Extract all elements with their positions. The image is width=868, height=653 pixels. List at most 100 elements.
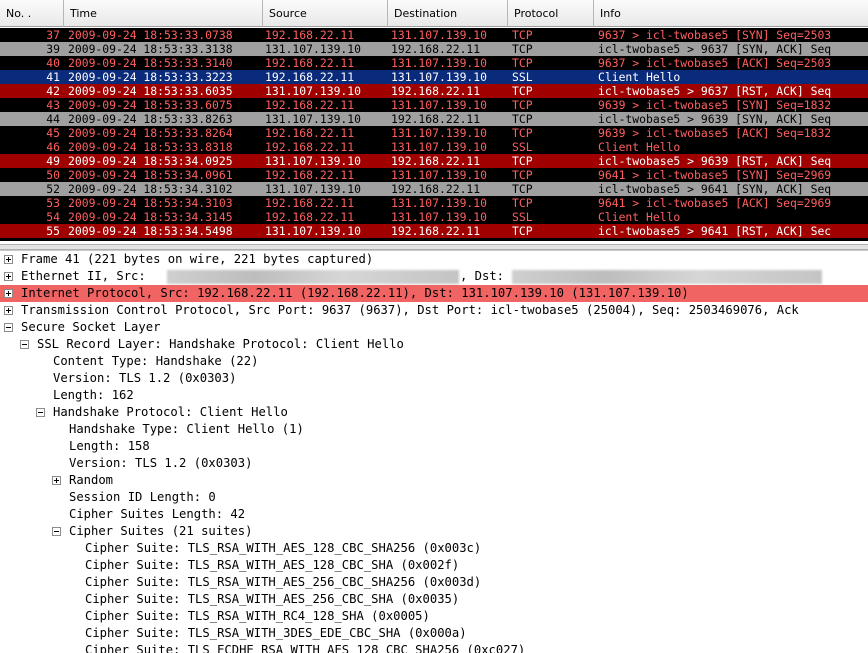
packet-row[interactable]: 45 2009-09-24 18:53:33.8264 192.168.22.11 1… (0, 126, 868, 140)
packet-cell-info: Client Hello (598, 140, 681, 154)
packet-row[interactable]: 52 2009-09-24 18:53:34.3102 131.107.139.10… (0, 182, 868, 196)
packet-cell-no: 37 (46, 28, 60, 42)
packet-cell-src: 192.168.22.11 (265, 210, 355, 224)
detail-tree-node[interactable]: Frame 41 (221 bytes on wire, 221 bytes c… (0, 251, 868, 268)
packet-row[interactable]: 39 2009-09-24 18:53:33.3138 131.107.139.10… (0, 42, 868, 56)
detail-tree-node[interactable]: Handshake Type: Client Hello (1) (0, 421, 868, 438)
detail-node-text: Length: 162 (53, 388, 134, 402)
expand-plus-icon[interactable] (52, 476, 61, 485)
expand-plus-icon[interactable] (4, 289, 13, 298)
packet-cell-time: 2009-09-24 18:53:33.6075 (68, 98, 233, 112)
collapse-minus-icon[interactable] (52, 527, 61, 536)
packet-cell-no: 43 (46, 98, 60, 112)
packet-row[interactable]: 41 2009-09-24 18:53:33.3223 192.168.22.11 1… (0, 70, 868, 84)
packet-cell-dst: 131.107.139.10 (391, 196, 488, 210)
column-header-source-label: Source (269, 7, 307, 20)
packet-cell-time: 2009-09-24 18:53:33.3223 (68, 70, 233, 84)
column-header-time[interactable]: Time (64, 0, 263, 27)
packet-cell-dst: 131.107.139.10 (391, 98, 488, 112)
packet-cell-dst: 192.168.22.11 (391, 182, 481, 196)
detail-tree-node[interactable]: SSL Record Layer: Handshake Protocol: Cl… (0, 336, 868, 353)
packet-row[interactable]: 50 2009-09-24 18:53:34.0961 192.168.22.11 1… (0, 168, 868, 182)
detail-node-text: Handshake Type: Client Hello (1) (69, 422, 304, 436)
expand-plus-icon[interactable] (4, 306, 13, 315)
expand-plus-icon[interactable] (4, 272, 13, 281)
detail-tree-node[interactable]: Handshake Protocol: Client Hello (0, 404, 868, 421)
detail-node-text: Cipher Suite: TLS_RSA_WITH_AES_256_CBC_S… (85, 592, 460, 606)
packet-row[interactable]: 44 2009-09-24 18:53:33.8263 131.107.139.10… (0, 112, 868, 126)
column-header-info-label: Info (600, 7, 621, 20)
packet-cell-dst: 131.107.139.10 (391, 140, 488, 154)
packet-row[interactable]: 37 2009-09-24 18:53:33.0738 192.168.22.11 1… (0, 28, 868, 42)
packet-cell-info: Client Hello (598, 210, 681, 224)
packet-cell-no: 46 (46, 140, 60, 154)
packet-cell-no: 53 (46, 196, 60, 210)
packet-cell-proto: SSL (512, 140, 533, 154)
detail-tree-node[interactable]: Cipher Suites (21 suites) (0, 523, 868, 540)
packet-cell-src: 192.168.22.11 (265, 196, 355, 210)
packet-cell-no: 52 (46, 182, 60, 196)
collapse-minus-icon[interactable] (20, 340, 29, 349)
detail-tree-node[interactable]: Length: 162 (0, 387, 868, 404)
collapse-minus-icon[interactable] (36, 408, 45, 417)
detail-tree-node[interactable]: Content Type: Handshake (22) (0, 353, 868, 370)
expand-plus-icon[interactable] (4, 255, 13, 264)
detail-tree-node[interactable]: Session ID Length: 0 (0, 489, 868, 506)
packet-cell-proto: SSL (512, 70, 533, 84)
detail-node-text: Handshake Protocol: Client Hello (53, 405, 288, 419)
detail-tree-node[interactable]: Cipher Suite: TLS_RSA_WITH_AES_128_CBC_S… (0, 557, 868, 574)
packet-rows: 37 2009-09-24 18:53:33.0738 192.168.22.11 1… (0, 28, 868, 241)
detail-tree-node[interactable]: Version: TLS 1.2 (0x0303) (0, 370, 868, 387)
packet-details-tree: Frame 41 (221 bytes on wire, 221 bytes c… (0, 250, 868, 653)
packet-row[interactable]: 43 2009-09-24 18:53:33.6075 192.168.22.11 1… (0, 98, 868, 112)
detail-tree-node[interactable]: Cipher Suite: TLS_ECDHE_RSA_WITH_AES_128… (0, 642, 868, 653)
detail-node-text: Frame 41 (221 bytes on wire, 221 bytes c… (21, 252, 374, 266)
column-header-no[interactable]: No. . (0, 0, 64, 27)
packet-cell-dst: 131.107.139.10 (391, 168, 488, 182)
packet-cell-proto: TCP (512, 182, 533, 196)
packet-row[interactable]: 53 2009-09-24 18:53:34.3103 192.168.22.11 1… (0, 196, 868, 210)
detail-tree-node[interactable]: Length: 158 (0, 438, 868, 455)
packet-cell-time: 2009-09-24 18:53:33.3140 (68, 56, 233, 70)
detail-tree-node[interactable]: Version: TLS 1.2 (0x0303) (0, 455, 868, 472)
packet-row[interactable]: 46 2009-09-24 18:53:33.8318 192.168.22.11 1… (0, 140, 868, 154)
detail-tree-node[interactable]: Secure Socket Layer (0, 319, 868, 336)
detail-tree-node[interactable]: Cipher Suite: TLS_RSA_WITH_3DES_EDE_CBC_… (0, 625, 868, 642)
detail-tree-node[interactable]: Cipher Suite: TLS_RSA_WITH_AES_128_CBC_S… (0, 540, 868, 557)
packet-cell-proto: TCP (512, 98, 533, 112)
detail-tree-node[interactable]: Ethernet II, Src: , Dst: (0, 268, 868, 285)
detail-tree-node[interactable]: Cipher Suite: TLS_RSA_WITH_AES_256_CBC_S… (0, 574, 868, 591)
detail-node-text: Length: 158 (69, 439, 150, 453)
packet-cell-src: 192.168.22.11 (265, 126, 355, 140)
detail-tree-node[interactable]: Cipher Suite: TLS_RSA_WITH_RC4_128_SHA (… (0, 608, 868, 625)
detail-node-text: Transmission Control Protocol, Src Port:… (21, 303, 799, 317)
column-header-protocol[interactable]: Protocol (508, 0, 594, 27)
column-header-destination[interactable]: Destination (388, 0, 508, 27)
column-header-source[interactable]: Source (263, 0, 388, 27)
packet-cell-time: 2009-09-24 18:53:34.0961 (68, 168, 233, 182)
packet-cell-src: 131.107.139.10 (265, 182, 362, 196)
detail-tree-node[interactable]: Cipher Suite: TLS_RSA_WITH_AES_256_CBC_S… (0, 591, 868, 608)
packet-cell-no: 41 (46, 70, 60, 84)
detail-tree-node[interactable]: Transmission Control Protocol, Src Port:… (0, 302, 868, 319)
packet-cell-proto: TCP (512, 42, 533, 56)
packet-cell-info: 9637 > icl-twobase5 [ACK] Seq=2503 (598, 56, 832, 70)
detail-tree-node[interactable]: Cipher Suites Length: 42 (0, 506, 868, 523)
packet-row[interactable]: 42 2009-09-24 18:53:33.6035 131.107.139.10… (0, 84, 868, 98)
packet-cell-time: 2009-09-24 18:53:33.6035 (68, 84, 233, 98)
packet-row[interactable]: 40 2009-09-24 18:53:33.3140 192.168.22.11 1… (0, 56, 868, 70)
redacted-src-mac (167, 270, 459, 284)
packet-cell-info: icl-twobase5 > 9637 [SYN, ACK] Seq (598, 42, 832, 56)
column-header-info[interactable]: Info (594, 0, 868, 27)
collapse-minus-icon[interactable] (4, 323, 13, 332)
detail-node-text: Cipher Suite: TLS_RSA_WITH_3DES_EDE_CBC_… (85, 626, 467, 640)
packet-row[interactable]: 55 2009-09-24 18:53:34.5498 131.107.139.10… (0, 224, 868, 238)
packet-row[interactable]: 49 2009-09-24 18:53:34.0925 131.107.139.10… (0, 154, 868, 168)
packet-cell-no: 39 (46, 42, 60, 56)
detail-tree-node[interactable]: Internet Protocol, Src: 192.168.22.11 (1… (0, 285, 868, 302)
packet-cell-time: 2009-09-24 18:53:33.8318 (68, 140, 233, 154)
detail-tree-node[interactable]: Random (0, 472, 868, 489)
packet-cell-src: 192.168.22.11 (265, 56, 355, 70)
column-header-protocol-label: Protocol (514, 7, 559, 20)
packet-row[interactable]: 54 2009-09-24 18:53:34.3145 192.168.22.11 1… (0, 210, 868, 224)
